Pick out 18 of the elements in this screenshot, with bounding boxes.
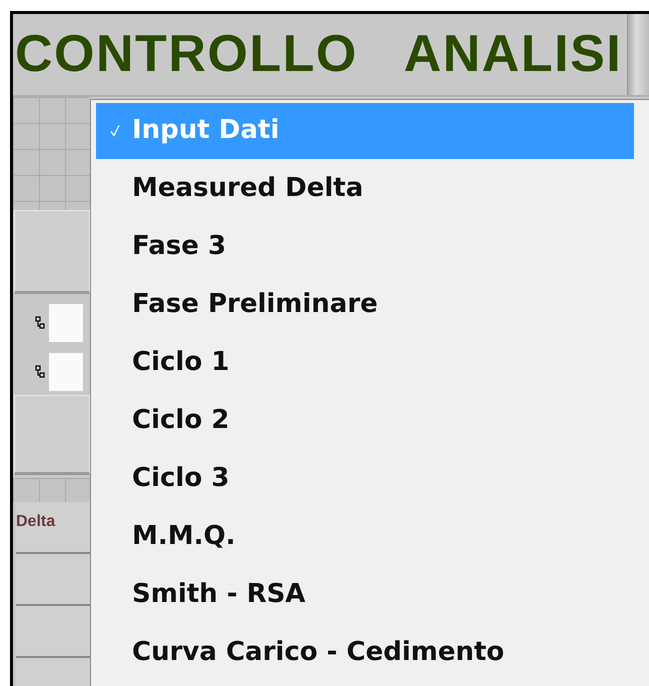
menu-item[interactable]: Ciclo 1 <box>96 335 634 393</box>
menu-item[interactable]: Fase Preliminare <box>96 277 634 335</box>
panel-button[interactable] <box>14 395 90 475</box>
menu-item[interactable]: Measured Delta <box>96 161 634 219</box>
menu-item[interactable]: Ciclo 2 <box>96 393 634 451</box>
connector-icon <box>35 365 45 379</box>
menu-item[interactable]: M.M.Q. <box>96 509 634 567</box>
menu-item[interactable]: Fase 3 <box>96 219 634 277</box>
input-field[interactable] <box>49 353 83 391</box>
menu-item[interactable]: Smith - RSA <box>96 567 634 625</box>
column-header: Delta <box>16 502 90 554</box>
checkmark-icon <box>110 124 120 137</box>
input-field[interactable] <box>49 304 83 342</box>
connector-icon <box>35 316 45 330</box>
menu-item[interactable]: Ciclo 3 <box>96 451 634 509</box>
page-title: CONTROLLO ANALISI <box>14 24 624 85</box>
menu-item[interactable]: Curva Carico - Cedimento <box>96 625 634 683</box>
panel-button[interactable] <box>14 210 90 294</box>
